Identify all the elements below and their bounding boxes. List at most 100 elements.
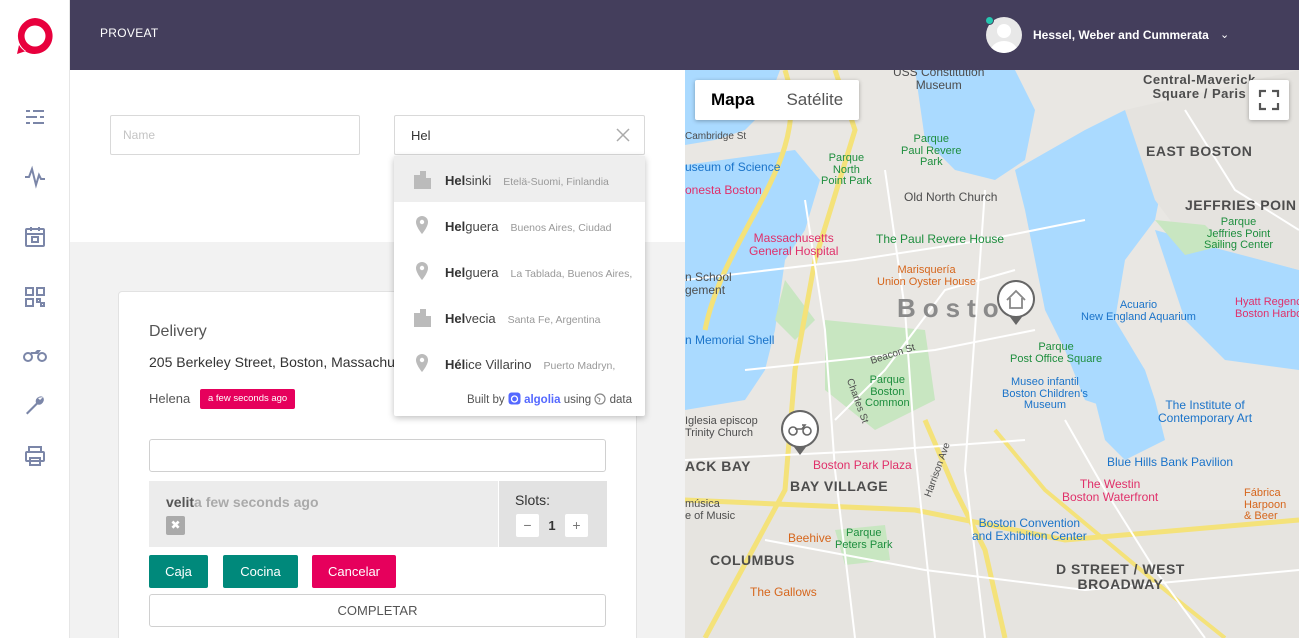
map-label-parque-north: Parque North Point Park (821, 152, 872, 188)
suggestion-match: Hel (445, 265, 466, 280)
suggestion-region: Buenos Aires, Ciudad (510, 222, 612, 234)
globe-icon (594, 393, 607, 405)
suggestion-region: Etelä-Suomi, Finlandia (503, 176, 609, 188)
pin-icon (416, 262, 428, 280)
suggestion-rest: vecia (465, 311, 496, 326)
map-label-back-bay: ACK BAY (685, 458, 751, 474)
map-label-bay-village: BAY VILLAGE (790, 478, 889, 494)
suggestion-item[interactable]: Helguera La Tablada, Buenos Aires, (394, 248, 645, 294)
suggestion-match: Hel (445, 219, 466, 234)
order-address: 205 Berkeley Street, Boston, Massachuset… (149, 354, 399, 370)
attribution-data: data (609, 394, 632, 406)
completar-button[interactable]: COMPLETAR (149, 594, 606, 627)
customer-name: Helena (149, 391, 191, 406)
order-item: velita few seconds ago ✖ (149, 481, 498, 547)
map-label-school: n School gement (685, 270, 732, 297)
map-label-iglesia: Iglesia episcop Trinity Church (685, 415, 758, 439)
map-label-park-plaza: Boston Park Plaza (813, 458, 912, 472)
wrench-icon[interactable] (23, 393, 47, 417)
activity-icon[interactable] (23, 165, 47, 189)
map-label-nesta: onesta Boston (685, 183, 762, 197)
map-label-gallows: The Gallows (750, 585, 817, 599)
chevron-down-icon[interactable]: ⌄ (1220, 28, 1229, 41)
map-label-parque-peters: Parque Peters Park (835, 527, 893, 551)
attribution-using: using (563, 394, 592, 406)
map-label-westin: The Westin Boston Waterfront (1062, 477, 1159, 504)
map-label-east-boston: EAST BOSTON (1146, 143, 1253, 159)
pin-icon (416, 216, 428, 234)
suggestion-region: Santa Fe, Argentina (507, 314, 601, 326)
map-label-convention: Boston Convention and Exhibition Center (972, 516, 1087, 543)
attribution-built: Built by (466, 394, 505, 406)
suggestion-item[interactable]: Hélice Villarino Puerto Madryn, (394, 340, 645, 386)
slots-increment-button[interactable]: + (565, 514, 588, 537)
calendar-icon[interactable] (23, 225, 47, 249)
suggestion-match: Hél (445, 357, 466, 372)
map-label-fabrica: Fábrica Harpoon & Beer (1244, 487, 1287, 523)
map-label-old-north: Old North Church (904, 190, 998, 204)
suggestion-match: Hel (445, 173, 466, 188)
printer-icon[interactable] (23, 444, 47, 468)
map[interactable]: Mapa Satélite USS Constitution Museum Ce… (685, 70, 1299, 638)
map-label-parque-revere: Parque Paul Revere Park (901, 133, 962, 169)
map-label-blue-hills: Blue Hills Bank Pavilion (1107, 455, 1234, 469)
city-icon (414, 171, 431, 189)
fullscreen-button[interactable] (1249, 80, 1289, 120)
map-tab-map[interactable]: Mapa (695, 80, 770, 120)
map-tab-satellite[interactable]: Satélite (770, 80, 859, 120)
map-label-museo-infantil: Museo infantil Boston Children's Museum (1002, 376, 1088, 412)
map-label-mass-general: Massachusetts General Hospital (749, 231, 839, 258)
time-badge: a few seconds ago (200, 389, 296, 409)
order-type-title: Delivery (149, 323, 207, 340)
map-label-jeffries-park: Parque Jeffries Point Sailing Center (1204, 216, 1274, 252)
remove-item-button[interactable]: ✖ (166, 516, 185, 535)
city-search-input[interactable] (394, 115, 645, 155)
grid-icon[interactable] (23, 285, 47, 309)
clear-icon[interactable] (615, 127, 631, 143)
suggestion-rest: guera (465, 219, 499, 234)
city-icon (414, 309, 431, 327)
cancelar-button[interactable]: Cancelar (312, 555, 396, 588)
map-label-parque-post: Parque Post Office Square (1010, 341, 1103, 365)
user-name[interactable]: Hessel, Weber and Cummerata (1033, 28, 1209, 42)
map-label-charlestown: Central-Maverick Square / Paris (1143, 72, 1256, 101)
map-label-columbus: COLUMBUS (710, 552, 795, 568)
order-note-input[interactable] (149, 439, 606, 472)
suggestion-match: Hel (445, 311, 466, 326)
map-label-revere-house: The Paul Revere House (876, 232, 1005, 246)
map-label-dstreet: D STREET / WEST BROADWAY (1056, 561, 1185, 592)
item-time: a few seconds ago (194, 494, 319, 510)
map-label-contemporary: The Institute of Contemporary Art (1158, 398, 1253, 425)
motorcycle-icon[interactable] (23, 342, 47, 366)
map-label-uss: USS Constitution Museum (893, 70, 985, 92)
algolia-brand: algolia (524, 394, 561, 406)
algolia-attribution: Built by algolia using data (394, 392, 645, 406)
map-label-cambridge: Cambridge St (685, 131, 747, 142)
home-marker[interactable] (996, 279, 1036, 327)
map-label-parque-common: Parque Boston Common (865, 374, 910, 410)
suggestion-rest: ice Villarino (465, 357, 532, 372)
suggestion-item[interactable]: Helguera Buenos Aires, Ciudad (394, 202, 645, 248)
name-search-input[interactable] (110, 115, 360, 155)
slots-decrement-button[interactable]: − (516, 514, 539, 537)
map-label-hyatt: Hyatt Regency Boston Harbor (1235, 296, 1299, 320)
item-name-line: velita few seconds ago (166, 494, 319, 510)
map-type-control: Mapa Satélite (695, 80, 860, 120)
suggestion-rest: guera (465, 265, 499, 280)
algolia-icon (508, 392, 521, 405)
fullscreen-icon (1258, 89, 1280, 111)
proveat-logo[interactable] (15, 16, 55, 56)
map-label-acuario: Acuario New England Aquarium (1081, 299, 1196, 323)
list-icon[interactable] (23, 105, 47, 129)
slots-label: Slots: (515, 492, 551, 508)
suggestion-item[interactable]: Helsinki Etelä-Suomi, Finlandia (394, 156, 645, 202)
map-label-boston: Bosto (897, 293, 1006, 323)
item-name: velit (166, 494, 195, 510)
top-bar: PROVEAT Hessel, Weber and Cummerata ⌄ (70, 0, 1299, 70)
cocina-button[interactable]: Cocina (223, 555, 298, 588)
slots-control: Slots: − 1 + (499, 481, 607, 547)
suggestion-item[interactable]: Helvecia Santa Fe, Argentina (394, 294, 645, 340)
map-label-jeffries: JEFFRIES POIN (1185, 197, 1297, 213)
motorcycle-marker[interactable] (780, 409, 820, 457)
caja-button[interactable]: Caja (149, 555, 208, 588)
